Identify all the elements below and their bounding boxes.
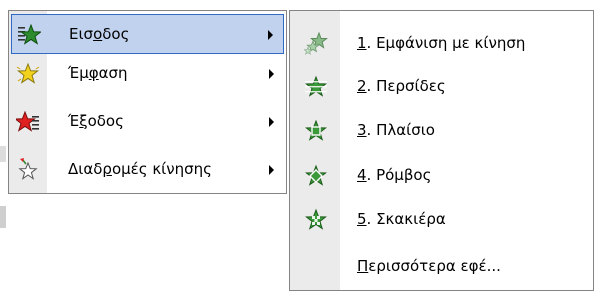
checkerboard-effect-icon — [304, 208, 328, 232]
blinds-effect-icon — [304, 75, 328, 99]
submenu-arrow-icon — [268, 30, 273, 40]
menu-item-label: Διαδρομές κίνησης — [68, 160, 212, 178]
submenu-item-blinds[interactable]: 2. Περσίδες — [292, 67, 591, 107]
box-effect-icon — [304, 119, 328, 143]
menu-item-label: Εισοδος — [69, 25, 130, 43]
fly-in-effect-icon — [303, 31, 329, 56]
submenu-item-label: 4. Ρόμβος — [357, 166, 432, 184]
submenu-item-more-effects[interactable]: Περισσότερα εφέ... — [292, 247, 591, 287]
motion-path-star-icon — [16, 158, 40, 182]
submenu-item-box[interactable]: 3. Πλαίσιο — [292, 111, 591, 151]
submenu-item-label: 2. Περσίδες — [357, 77, 446, 95]
entrance-effects-submenu: 1. Εμφάνιση με κίνηση 2. Περσίδες 3. Πλα… — [289, 10, 594, 291]
diamond-effect-icon — [304, 164, 328, 188]
submenu-item-label: 5. Σκακιέρα — [357, 210, 446, 228]
submenu-arrow-icon — [269, 117, 274, 127]
menu-item-label: Έξοδος — [68, 112, 124, 130]
entrance-effect-star-icon — [17, 23, 42, 47]
submenu-arrow-icon — [269, 69, 274, 79]
menu-item-emphasis[interactable]: Έμφαση — [11, 54, 284, 94]
exit-effect-star-icon — [14, 110, 40, 134]
background-fragment — [0, 146, 6, 162]
menu-item-entrance[interactable]: Εισοδος — [11, 14, 284, 54]
menu-item-motion-paths[interactable]: Διαδρομές κίνησης — [11, 150, 284, 190]
menu-item-exit[interactable]: Έξοδος — [11, 102, 284, 142]
submenu-item-label: Περισσότερα εφέ... — [357, 257, 501, 275]
submenu-item-fly-in[interactable]: 1. Εμφάνιση με κίνηση — [292, 24, 591, 64]
submenu-item-label: 3. Πλαίσιο — [357, 121, 435, 139]
emphasis-effect-star-icon — [16, 62, 40, 86]
menu-item-label: Έμφαση — [68, 64, 128, 82]
submenu-arrow-icon — [269, 165, 274, 175]
background-fragment — [0, 206, 6, 228]
submenu-item-diamond[interactable]: 4. Ρόμβος — [292, 156, 591, 196]
submenu-item-checkerboard[interactable]: 5. Σκακιέρα — [292, 200, 591, 240]
submenu-item-label: 1. Εμφάνιση με κίνηση — [357, 34, 526, 52]
custom-animation-add-effect-menu: Εισοδος Έμφαση Έξοδος Διαδρομές κίνησης — [8, 10, 287, 194]
